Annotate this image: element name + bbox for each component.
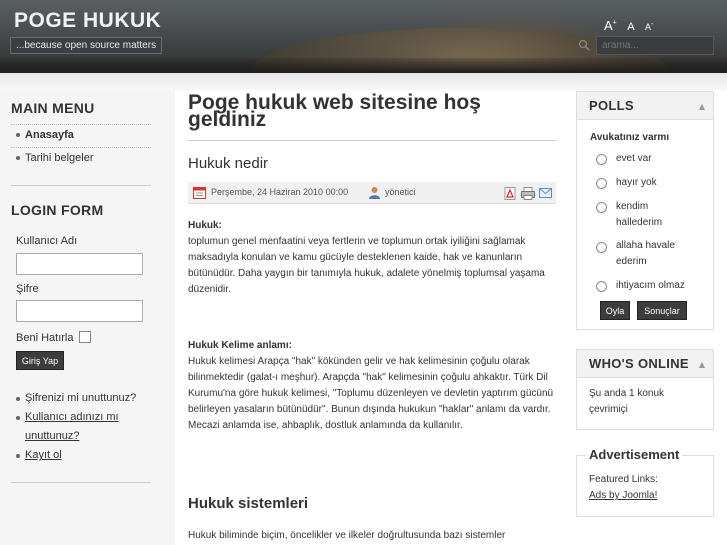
header-ground xyxy=(0,58,727,73)
paragraph-2: Hukuk Kelime anlamı: Hukuk kelimesi Arap… xyxy=(188,338,556,434)
whos-online-title: WHO'S ONLINE xyxy=(589,356,689,371)
polls-header: POLLS ▲ xyxy=(577,92,713,120)
pdf-icon[interactable] xyxy=(504,187,516,200)
paragraph-1-heading: Hukuk: xyxy=(188,220,222,231)
font-reset-button[interactable]: A xyxy=(627,21,634,33)
page-title: Poge hukuk web sitesine hoş geldiniz xyxy=(188,91,481,131)
article-date: Perşembe, 24 Haziran 2010 00:00 xyxy=(211,187,349,197)
collapse-arrow-icon[interactable]: ▲ xyxy=(699,360,705,369)
menu-item-anasayfa[interactable]: Anasayfa xyxy=(11,124,151,146)
login-button[interactable]: Giriş Yap xyxy=(16,351,64,370)
ads-by-joomla-link[interactable]: Ads by Joomla! xyxy=(589,488,709,504)
font-smaller-button[interactable]: A- xyxy=(645,21,653,32)
font-bigger-sup: + xyxy=(612,19,617,27)
site-title[interactable]: POGE HUKUK xyxy=(14,9,161,33)
paragraph-3: Hukuk biliminde biçim, öncelikler ve ilk… xyxy=(188,530,506,541)
vote-button[interactable]: Oyla xyxy=(600,301,630,320)
menu-item-tarihi-belgeler[interactable]: Tarihi belgeler xyxy=(11,147,151,169)
poll-option-3: kendim hallederim xyxy=(616,201,663,228)
font-bigger-button[interactable]: A+ xyxy=(604,18,617,33)
username-input[interactable] xyxy=(16,253,143,275)
email-icon[interactable] xyxy=(539,188,552,198)
calendar-icon xyxy=(193,187,206,199)
poll-option-2: hayır yok xyxy=(616,177,657,188)
poll-option-1: evet var xyxy=(616,153,652,164)
polls-title: POLLS xyxy=(589,98,634,113)
login-form-title: LOGIN FORM xyxy=(11,202,104,218)
poll-radio-3[interactable] xyxy=(596,202,607,213)
search-input[interactable] xyxy=(596,36,714,55)
username-label: Kullanıcı Adı xyxy=(16,235,78,247)
poll-radio-1[interactable] xyxy=(596,154,607,165)
poll-question: Avukatınız varmı xyxy=(590,132,670,143)
paragraph-2-heading: Hukuk Kelime anlamı: xyxy=(188,340,292,351)
poll-radio-4[interactable] xyxy=(596,242,607,253)
remember-label: Beni Hatırla xyxy=(16,332,74,344)
print-icon[interactable] xyxy=(521,187,535,200)
whos-online-header: WHO'S ONLINE ▲ xyxy=(577,350,713,378)
register-link[interactable]: Kayıt ol xyxy=(11,446,151,465)
poll-radio-2[interactable] xyxy=(596,178,607,189)
advertisement-title: Advertisement xyxy=(586,447,683,462)
divider xyxy=(11,185,151,186)
poll-option-5: ihtiyacım olmaz xyxy=(616,280,685,291)
advertisement-label: Featured Links: xyxy=(589,474,658,485)
forgot-password-link[interactable]: Şifrenizi mi unuttunuz? xyxy=(11,389,151,408)
user-icon xyxy=(369,187,380,199)
paragraph-1: Hukuk: toplumun genel menfaatini veya fe… xyxy=(188,218,556,298)
article-author: yönetici xyxy=(385,187,416,197)
password-input[interactable] xyxy=(16,300,143,322)
article-title[interactable]: Hukuk nedir xyxy=(188,155,268,172)
whos-online-text: Şu anda 1 konuk çevrimiçi xyxy=(589,388,665,415)
font-smaller-sup: - xyxy=(651,21,654,28)
font-bigger-label: A xyxy=(604,18,613,33)
paragraph-1-body: toplumun genel menfaatini veya fertlerin… xyxy=(188,236,545,295)
forgot-username-link[interactable]: Kullanıcı adınızı mı unuttunuz? xyxy=(11,408,151,446)
password-label: Şifre xyxy=(16,283,39,295)
article-meta: Perşembe, 24 Haziran 2010 00:00 yönetici xyxy=(188,182,556,204)
font-size-controls: A+ A A- xyxy=(604,17,659,33)
divider xyxy=(188,140,556,141)
remember-checkbox[interactable] xyxy=(79,331,91,343)
search-icon xyxy=(578,39,590,51)
poll-radio-5[interactable] xyxy=(596,281,607,292)
section-heading: Hukuk sistemleri xyxy=(188,495,309,512)
main-menu-title: MAIN MENU xyxy=(11,100,95,116)
header-subbar xyxy=(0,73,727,90)
results-button[interactable]: Sonuçlar xyxy=(637,301,687,320)
paragraph-2-body: Hukuk kelimesi Arapça "hak" kökünden gel… xyxy=(188,356,554,431)
poll-option-4: allaha havale ederim xyxy=(616,240,675,267)
site-tagline: ...because open source matters xyxy=(10,37,163,54)
site-header: POGE HUKUK ...because open source matter… xyxy=(0,0,727,73)
left-sidebar: MAIN MENU Anasayfa Tarihi belgeler LOGIN… xyxy=(0,90,175,545)
collapse-arrow-icon[interactable]: ▲ xyxy=(699,102,705,111)
divider xyxy=(11,482,151,483)
